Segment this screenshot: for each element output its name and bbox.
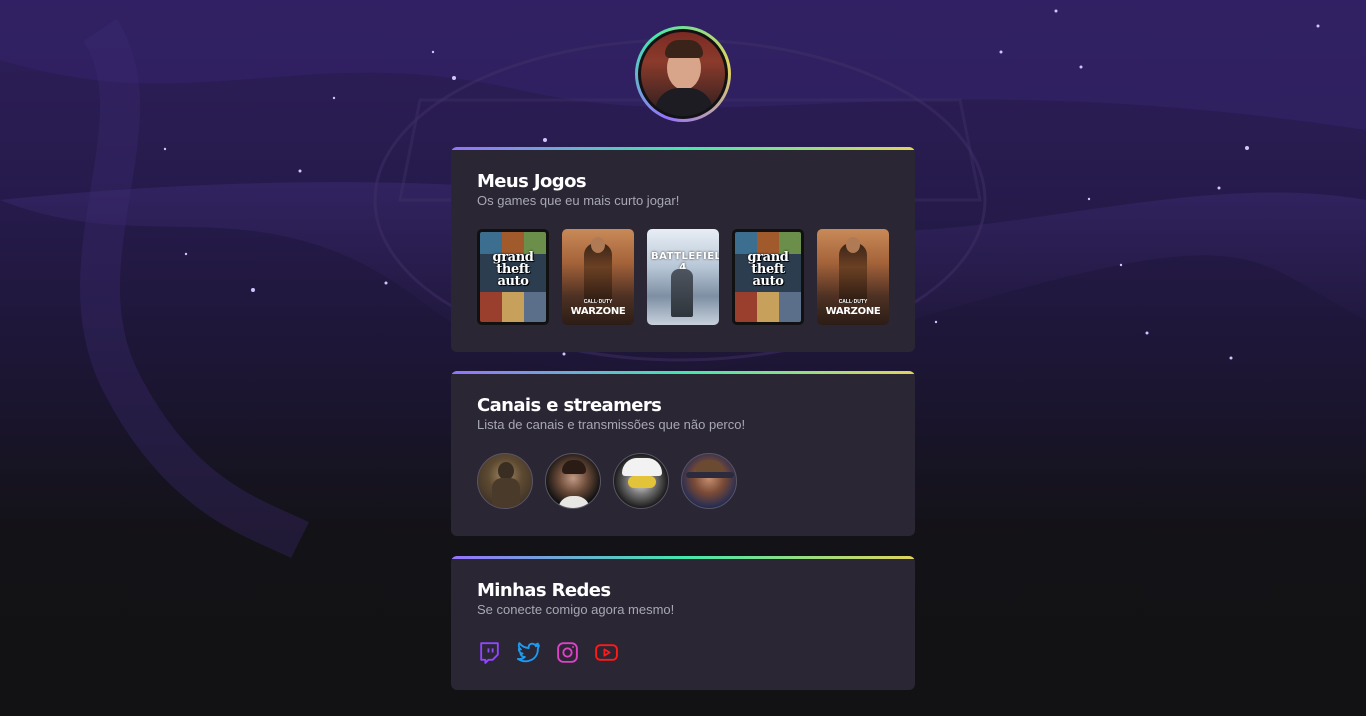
social-card: Minhas Redes Se conecte comigo agora mes… [451, 556, 915, 690]
instagram-icon[interactable] [555, 640, 580, 665]
twitter-icon[interactable] [516, 640, 541, 665]
game-cover-text: WARZONE [825, 306, 881, 317]
streamer-avatar[interactable] [545, 453, 601, 509]
game-cover-text: CALL·DUTY [583, 299, 613, 305]
games-card: Meus Jogos Os games que eu mais curto jo… [451, 147, 915, 352]
streamers-list [477, 453, 889, 509]
game-cover-battlefield-4[interactable]: BATTLEFIELD 4 [647, 229, 719, 325]
game-cover-text: auto [752, 274, 784, 289]
profile-avatar [635, 26, 731, 122]
game-cover-warzone[interactable]: CALL·DUTY WARZONE [562, 229, 634, 325]
game-cover-text: WARZONE [570, 306, 626, 317]
game-cover-gta-v[interactable]: grand theft auto [732, 229, 804, 325]
streamer-avatar[interactable] [613, 453, 669, 509]
game-cover-text: auto [497, 274, 529, 289]
game-cover-gta-v[interactable]: grand theft auto [477, 229, 549, 325]
game-cover-text: CALL·DUTY [838, 299, 868, 305]
streamer-avatar[interactable] [477, 453, 533, 509]
games-card-subtitle: Os games que eu mais curto jogar! [477, 193, 680, 208]
streamers-card: Canais e streamers Lista de canais e tra… [451, 371, 915, 536]
streamer-avatar[interactable] [681, 453, 737, 509]
game-cover-warzone[interactable]: CALL·DUTY WARZONE [817, 229, 889, 325]
youtube-icon[interactable] [594, 640, 619, 665]
social-card-title: Minhas Redes [477, 580, 611, 601]
games-list: grand theft auto CALL·DUTY WARZONE BATTL… [477, 229, 889, 325]
avatar-photo [641, 32, 725, 116]
streamers-card-title: Canais e streamers [477, 395, 662, 416]
social-links [477, 640, 889, 665]
social-card-subtitle: Se conecte comigo agora mesmo! [477, 602, 675, 617]
streamers-card-subtitle: Lista de canais e transmissões que não p… [477, 417, 746, 432]
twitch-icon[interactable] [477, 640, 502, 665]
games-card-title: Meus Jogos [477, 171, 587, 192]
